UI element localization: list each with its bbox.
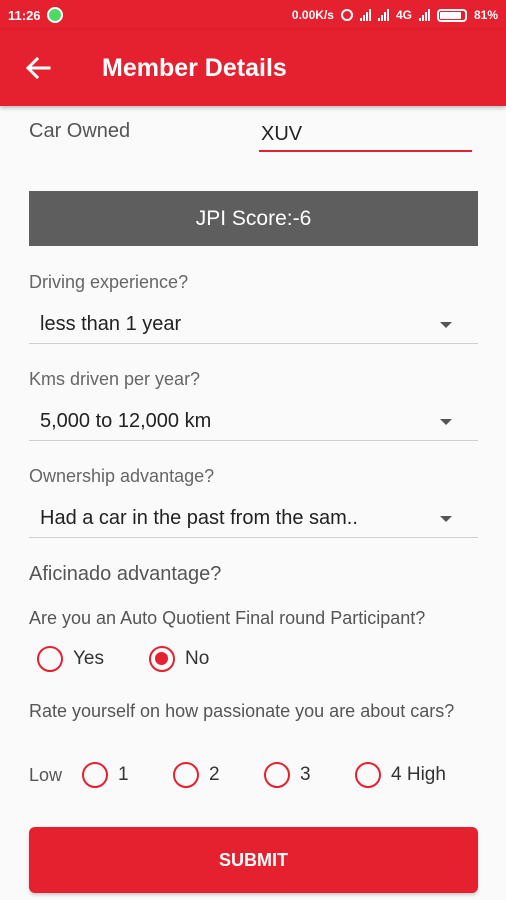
passion-question: Rate yourself on how passionate you are … — [29, 701, 455, 721]
rating-option-1[interactable]: 1 — [82, 762, 129, 788]
network-type: 4G — [395, 8, 412, 22]
rating-option-4[interactable]: 4 High — [355, 762, 446, 788]
radio-no[interactable]: No — [149, 646, 209, 672]
rating-4-label: 4 High — [391, 764, 446, 785]
rating-2-label: 2 — [209, 764, 220, 785]
whatsapp-notification-icon — [46, 7, 63, 23]
radio-no-label: No — [185, 648, 210, 669]
radio-yes[interactable]: Yes — [37, 646, 104, 672]
radio-yes-label: Yes — [73, 648, 104, 669]
driving-experience-label: Driving experience? — [29, 272, 189, 292]
radio-no-circle[interactable] — [149, 646, 175, 672]
back-button[interactable] — [8, 30, 68, 106]
submit-button[interactable]: SUBMIT — [29, 827, 478, 893]
rating-option-3[interactable]: 3 — [264, 762, 311, 788]
jpi-score-text: JPI Score:-6 — [195, 206, 312, 230]
status-bar: 11:26 0.00K/s 4G 81% — [0, 0, 506, 30]
network-speed: 0.00K/s — [291, 8, 334, 22]
ownership-advantage-label: Ownership advantage? — [29, 466, 215, 486]
jpi-score-banner: JPI Score:-6 — [29, 191, 478, 246]
status-time: 11:26 — [8, 7, 41, 23]
signal-icon — [359, 9, 371, 21]
alarm-icon — [340, 9, 353, 21]
driving-experience-value: less than 1 year — [40, 313, 182, 335]
car-owned-label: Car Owned — [29, 120, 131, 142]
battery-icon — [436, 8, 467, 22]
kms-driven-dropdown[interactable]: 5,000 to 12,000 km — [29, 403, 478, 441]
battery-level: 81% — [473, 8, 498, 22]
rating-low-label: Low — [29, 765, 63, 785]
aficinado-section-title: Aficinado advantage? — [29, 563, 222, 585]
signal-icon-3 — [418, 9, 430, 21]
rating-3-circle[interactable] — [264, 762, 290, 788]
rating-3-label: 3 — [300, 764, 311, 785]
rating-1-label: 1 — [118, 764, 129, 785]
radio-yes-circle[interactable] — [37, 646, 63, 672]
rating-4-circle[interactable] — [355, 762, 381, 788]
ownership-advantage-value: Had a car in the past from the sam.. — [40, 507, 358, 529]
rating-option-2[interactable]: 2 — [173, 762, 220, 788]
auto-quotient-question: Are you an Auto Quotient Final round Par… — [29, 608, 426, 628]
kms-driven-value: 5,000 to 12,000 km — [40, 410, 212, 432]
arrow-left-icon — [25, 56, 51, 80]
app-bar: Member Details — [0, 30, 506, 106]
dropdown-arrow-icon — [440, 418, 452, 425]
kms-driven-label: Kms driven per year? — [29, 369, 201, 389]
signal-icon-2 — [377, 9, 389, 21]
dropdown-arrow-icon — [440, 321, 452, 328]
driving-experience-dropdown[interactable]: less than 1 year — [29, 306, 478, 344]
ownership-advantage-dropdown[interactable]: Had a car in the past from the sam.. — [29, 500, 478, 538]
car-owned-input[interactable] — [259, 118, 472, 152]
rating-1-circle[interactable] — [82, 762, 108, 788]
dropdown-arrow-icon — [440, 515, 452, 522]
page-title: Member Details — [102, 53, 287, 82]
rating-2-circle[interactable] — [173, 762, 199, 788]
